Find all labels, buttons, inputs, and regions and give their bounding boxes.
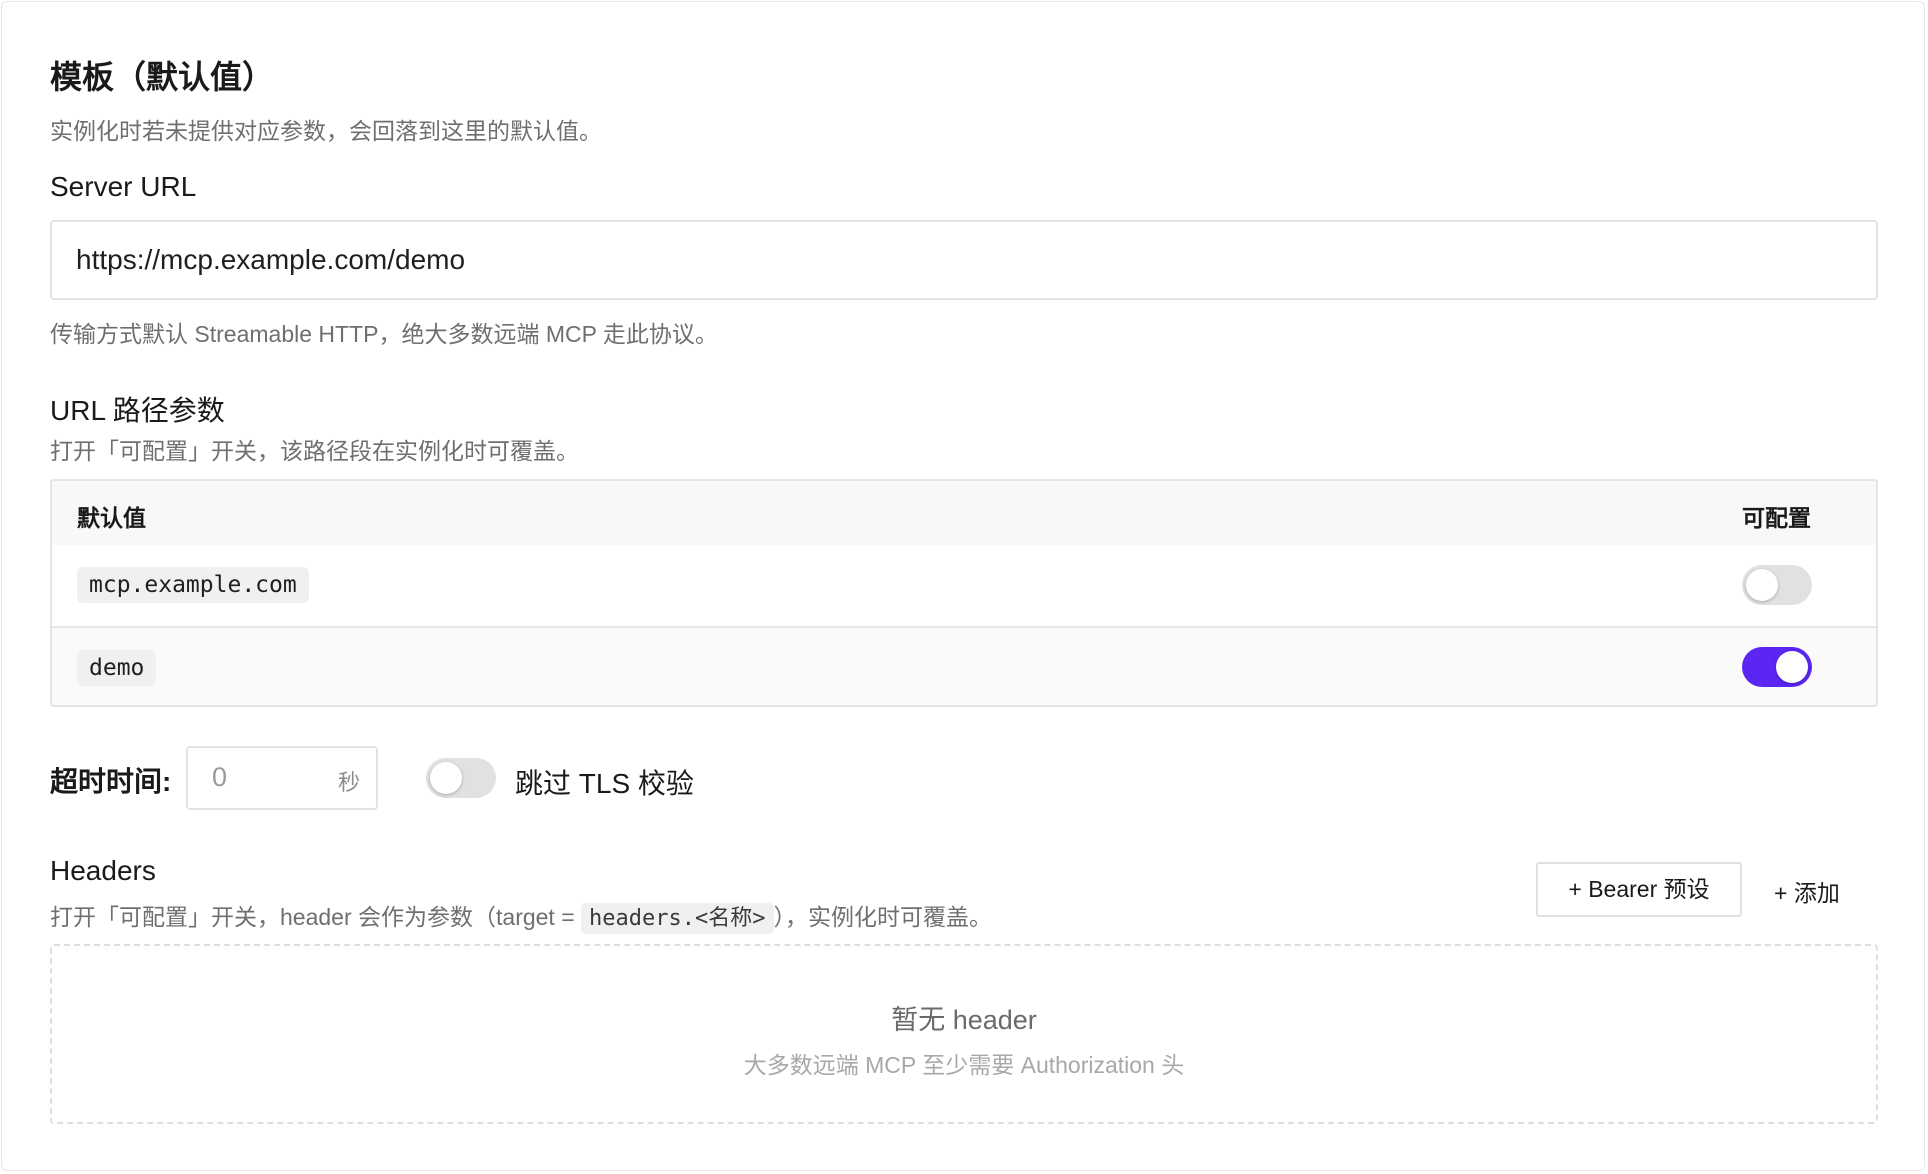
headers-empty-state: 暂无 header 大多数远端 MCP 至少需要 Authorization 头 <box>50 944 1878 1124</box>
section-title: 模板（默认值） <box>50 59 275 95</box>
timeout-label: 超时时间: <box>50 766 172 797</box>
configurable-toggle[interactable] <box>1742 647 1812 687</box>
column-header-configurable: 可配置 <box>1742 505 1811 531</box>
timeout-unit: 秒 <box>337 770 360 795</box>
timeout-input[interactable]: 0 秒 <box>186 746 378 810</box>
toggle-knob <box>430 762 462 794</box>
section-description: 实例化时若未提供对应参数，会回落到这里的默认值。 <box>50 118 602 144</box>
table-row: mcp.example.com <box>52 545 1876 626</box>
path-params-table: 默认值 可配置 mcp.example.com demo <box>50 479 1878 707</box>
toggle-knob <box>1746 569 1778 601</box>
path-params-label: URL 路径参数 <box>50 395 225 426</box>
skip-tls-toggle[interactable] <box>426 758 496 798</box>
server-url-help: 传输方式默认 Streamable HTTP，绝大多数远端 MCP 走此协议。 <box>50 321 718 347</box>
table-row: demo <box>52 626 1876 705</box>
headers-desc-code: headers.<名称> <box>581 903 774 934</box>
column-header-default: 默认值 <box>77 505 146 531</box>
headers-desc-prefix: 打开「可配置」开关，header 会作为参数（target = <box>50 904 582 930</box>
skip-tls-label: 跳过 TLS 校验 <box>515 768 694 799</box>
table-header: 默认值 可配置 <box>52 481 1876 545</box>
empty-title: 暂无 header <box>891 1005 1037 1035</box>
server-url-input[interactable] <box>50 220 1878 300</box>
headers-label: Headers <box>50 855 156 886</box>
headers-desc-suffix: ），实例化时可覆盖。 <box>773 904 993 930</box>
path-params-description: 打开「可配置」开关，该路径段在实例化时可覆盖。 <box>50 438 579 464</box>
add-header-button[interactable]: + 添加 <box>1774 874 1840 908</box>
timeout-value: 0 <box>212 762 228 792</box>
configurable-toggle[interactable] <box>1742 565 1812 605</box>
toggle-knob <box>1776 651 1808 683</box>
path-segment-value: demo <box>77 650 157 686</box>
empty-subtitle: 大多数远端 MCP 至少需要 Authorization 头 <box>743 1052 1185 1078</box>
bearer-preset-button[interactable]: + Bearer 预设 <box>1536 862 1742 917</box>
headers-description: 打开「可配置」开关，header 会作为参数（target = headers.… <box>50 898 993 934</box>
server-url-label: Server URL <box>50 171 197 202</box>
path-segment-value: mcp.example.com <box>77 567 309 603</box>
